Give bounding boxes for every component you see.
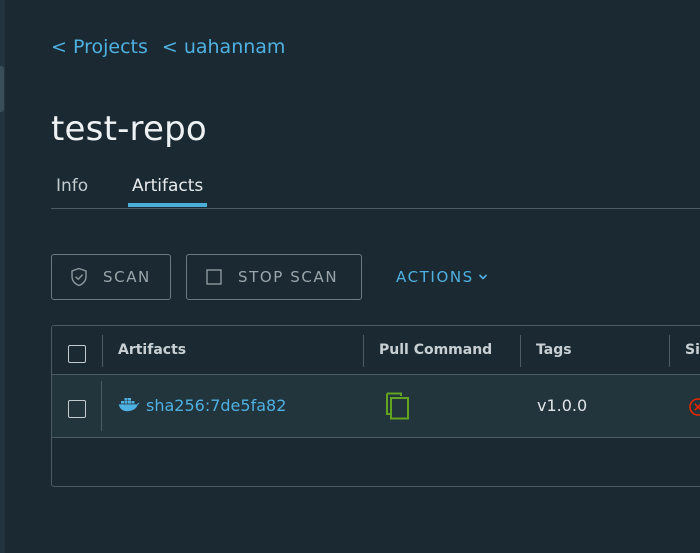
row-checkbox[interactable] — [68, 400, 86, 418]
artifacts-table: Artifacts Pull Command Tags Si sha256:7d… — [51, 325, 700, 487]
actions-label: ACTIONS — [396, 268, 474, 286]
left-nav-toggle[interactable] — [0, 66, 4, 112]
stop-scan-button[interactable]: STOP SCAN — [186, 254, 362, 300]
column-header-pull-command[interactable]: Pull Command — [379, 326, 492, 374]
table-header: Artifacts Pull Command Tags Si — [52, 326, 700, 375]
actions-dropdown[interactable]: ACTIONS — [396, 254, 488, 300]
column-separator — [669, 335, 670, 367]
docker-icon — [118, 396, 140, 416]
select-all-checkbox[interactable] — [68, 345, 86, 363]
tag-value: v1.0.0 — [537, 396, 588, 415]
row-separator — [101, 381, 102, 431]
copy-icon[interactable] — [385, 392, 411, 424]
column-separator — [520, 335, 521, 367]
artifact-digest-cell: sha256:7de5fa82 — [146, 375, 286, 437]
breadcrumb-project-link[interactable]: < uahannam — [162, 36, 286, 58]
breadcrumb-projects-link[interactable]: < Projects — [51, 36, 148, 58]
page-title: test-repo — [51, 109, 207, 149]
chevron-down-icon — [478, 273, 488, 281]
column-header-tags[interactable]: Tags — [536, 326, 572, 374]
tab-artifacts[interactable]: Artifacts — [128, 174, 208, 207]
tab-info[interactable]: Info — [56, 174, 88, 208]
column-separator — [102, 335, 103, 367]
column-header-artifacts[interactable]: Artifacts — [118, 326, 186, 374]
shield-check-icon — [69, 267, 89, 287]
artifact-digest-link[interactable]: sha256:7de5fa82 — [146, 396, 286, 415]
error-circle-icon — [688, 397, 700, 421]
stop-square-icon — [204, 267, 224, 287]
column-separator — [363, 335, 364, 367]
table-row[interactable]: sha256:7de5fa82 v1.0.0 — [52, 375, 700, 438]
scan-label: SCAN — [103, 268, 151, 286]
column-header-signed[interactable]: Si — [685, 326, 700, 374]
tab-bar: Info Artifacts — [51, 174, 700, 209]
stop-scan-label: STOP SCAN — [238, 268, 339, 286]
page: < Projects < uahannam test-repo Info Art… — [0, 0, 700, 553]
scan-button[interactable]: SCAN — [51, 254, 171, 300]
breadcrumb: < Projects < uahannam — [51, 36, 285, 58]
